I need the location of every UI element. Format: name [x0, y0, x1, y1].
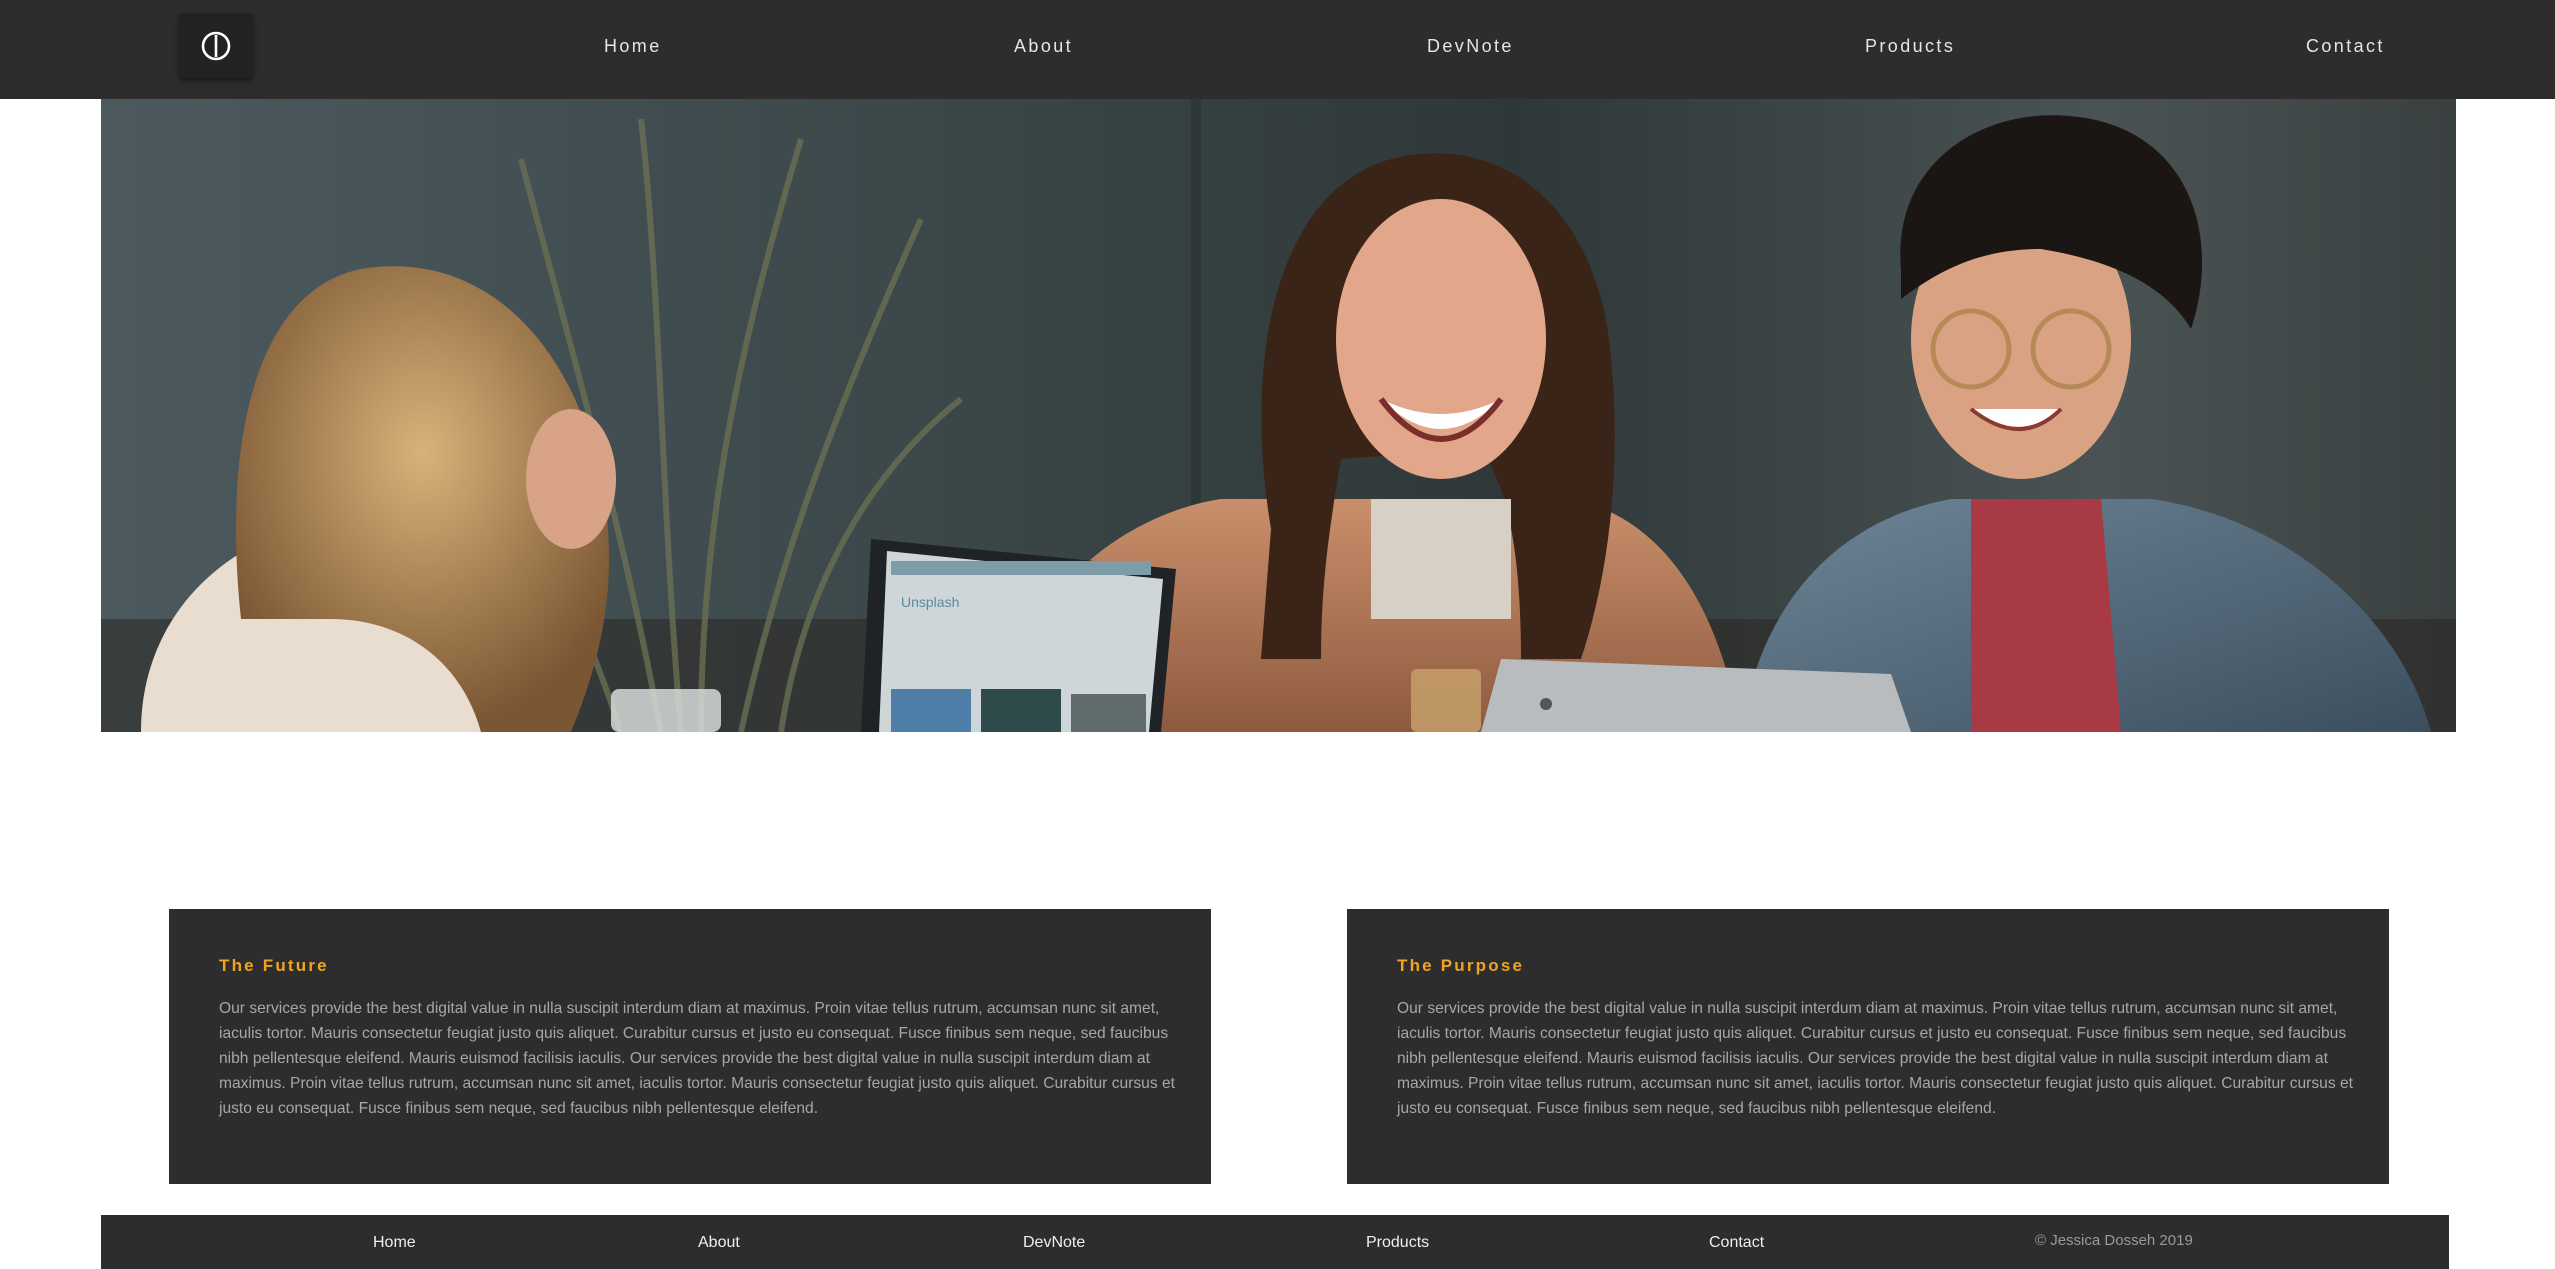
logo-button[interactable]	[180, 14, 252, 78]
card-the-future: The Future Our services provide the best…	[169, 909, 1211, 1184]
hero-image: Unsplash	[101, 99, 2456, 732]
nav-about-link[interactable]: About	[1014, 36, 1073, 57]
hero-photo-illustration: Unsplash	[101, 99, 2456, 732]
card-body-text: Our services provide the best digital va…	[219, 1000, 1175, 1117]
footer-about-link[interactable]: About	[698, 1234, 740, 1252]
card-body-text: Our services provide the best digital va…	[1397, 1000, 2353, 1117]
nav-contact-link[interactable]: Contact	[2306, 36, 2385, 57]
footer-contact-link[interactable]: Contact	[1709, 1234, 1764, 1252]
footer-home-link[interactable]: Home	[373, 1234, 416, 1252]
card-title: The Purpose	[1397, 956, 1525, 975]
nav-home-link[interactable]: Home	[604, 36, 662, 57]
footer-copyright: © Jessica Dosseh 2019	[2035, 1232, 2193, 1249]
footer-products-link[interactable]: Products	[1366, 1234, 1429, 1252]
nav-devnote-link[interactable]: DevNote	[1427, 36, 1514, 57]
nav-products-link[interactable]: Products	[1865, 36, 1955, 57]
laptop-screen-text: Unsplash	[901, 594, 959, 610]
card-the-purpose: The Purpose Our services provide the bes…	[1347, 909, 2389, 1184]
card-title: The Future	[219, 956, 329, 975]
footer-devnote-link[interactable]: DevNote	[1023, 1234, 1085, 1252]
top-navbar: Home About DevNote Products Contact	[0, 0, 2555, 99]
footer-bar: Home About DevNote Products Contact © Je…	[101, 1215, 2449, 1269]
power-circle-icon	[201, 31, 231, 61]
